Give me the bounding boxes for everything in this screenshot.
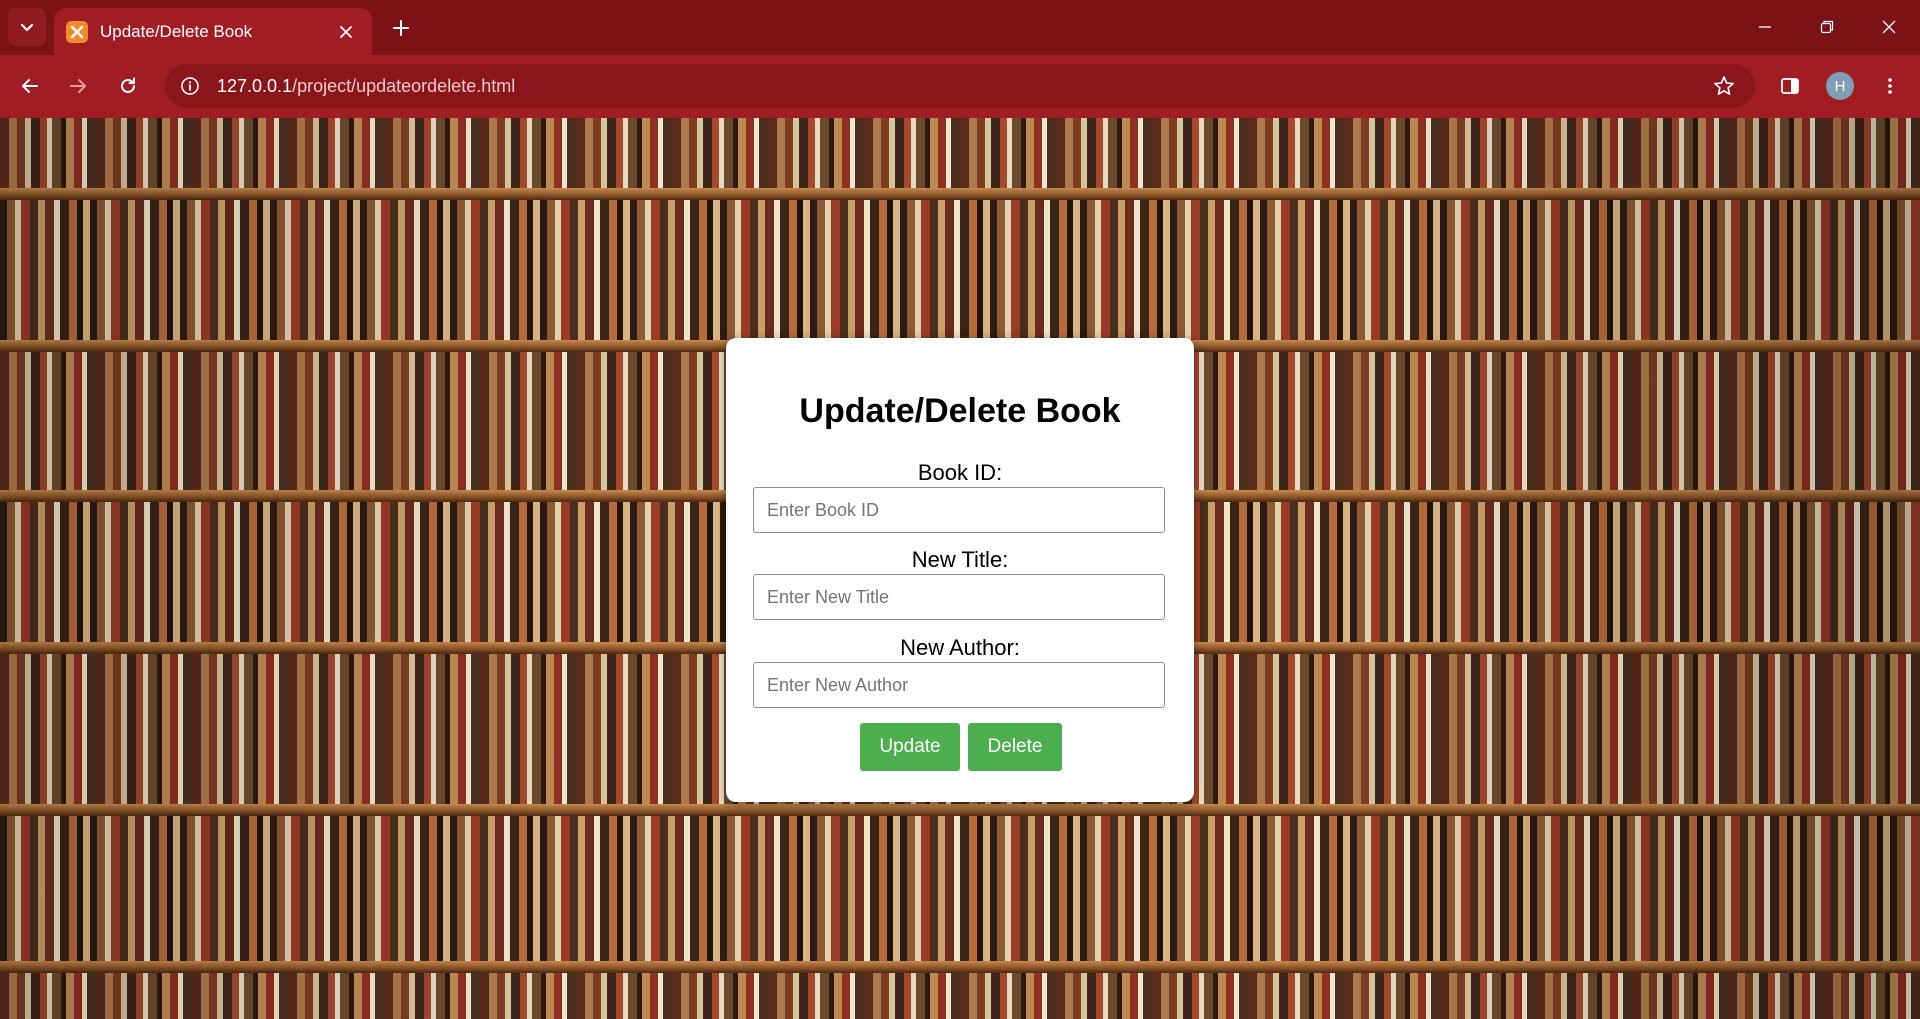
- new-tab-button[interactable]: [385, 12, 417, 44]
- star-icon: [1714, 76, 1734, 95]
- page-title: Update/Delete Book: [799, 392, 1121, 430]
- new-author-input[interactable]: [753, 662, 1165, 708]
- restore-button[interactable]: [1799, 8, 1855, 46]
- side-panel-button[interactable]: [1772, 68, 1808, 104]
- window-close-button[interactable]: [1861, 8, 1917, 46]
- info-icon: [181, 77, 199, 95]
- forward-arrow-icon: [70, 79, 86, 93]
- close-icon: [1882, 20, 1896, 34]
- kebab-menu-icon: [1888, 78, 1892, 94]
- site-info-button[interactable]: [177, 73, 203, 99]
- chevron-down-icon: [20, 23, 34, 32]
- new-author-label: New Author:: [900, 635, 1020, 660]
- update-button[interactable]: Update: [860, 723, 960, 771]
- delete-button[interactable]: Delete: [968, 723, 1062, 771]
- plus-icon: [393, 20, 409, 36]
- reload-button[interactable]: [110, 68, 146, 104]
- back-arrow-icon: [22, 79, 38, 93]
- avatar: H: [1826, 72, 1854, 100]
- book-id-label: Book ID:: [917, 460, 1003, 485]
- side-panel-icon: [1781, 78, 1799, 94]
- new-title-input[interactable]: [753, 574, 1165, 620]
- minimize-button[interactable]: [1737, 8, 1793, 46]
- update-delete-form: Update/Delete Book Book ID: New Title: N…: [726, 338, 1194, 802]
- close-icon: [340, 25, 352, 38]
- browser-toolbar: 127.0.0.1/project/updateordelete.html H: [0, 55, 1920, 118]
- menu-button[interactable]: [1872, 68, 1908, 104]
- tab-strip: Update/Delete Book: [0, 0, 1920, 55]
- url-host: 127.0.0.1: [217, 76, 293, 96]
- tab-close-button[interactable]: [332, 18, 360, 46]
- forward-button[interactable]: [60, 68, 96, 104]
- back-button[interactable]: [12, 68, 48, 104]
- tab-title: Update/Delete Book: [100, 21, 253, 41]
- minimize-icon: [1759, 26, 1771, 28]
- url-path: /project/updateordelete.html: [292, 76, 516, 96]
- active-tab[interactable]: Update/Delete Book: [54, 8, 372, 55]
- tab-search-button[interactable]: [8, 8, 46, 46]
- address-bar[interactable]: 127.0.0.1/project/updateordelete.html: [165, 64, 1755, 108]
- restore-icon: [1820, 20, 1834, 34]
- new-title-label: New Title:: [911, 547, 1009, 572]
- bookmark-button[interactable]: [1711, 73, 1737, 99]
- xampp-favicon-icon: [66, 20, 88, 43]
- book-id-input[interactable]: [753, 487, 1165, 533]
- profile-button[interactable]: H: [1822, 68, 1858, 104]
- reload-icon: [121, 77, 135, 93]
- url-text: 127.0.0.1/project/updateordelete.html: [217, 76, 515, 97]
